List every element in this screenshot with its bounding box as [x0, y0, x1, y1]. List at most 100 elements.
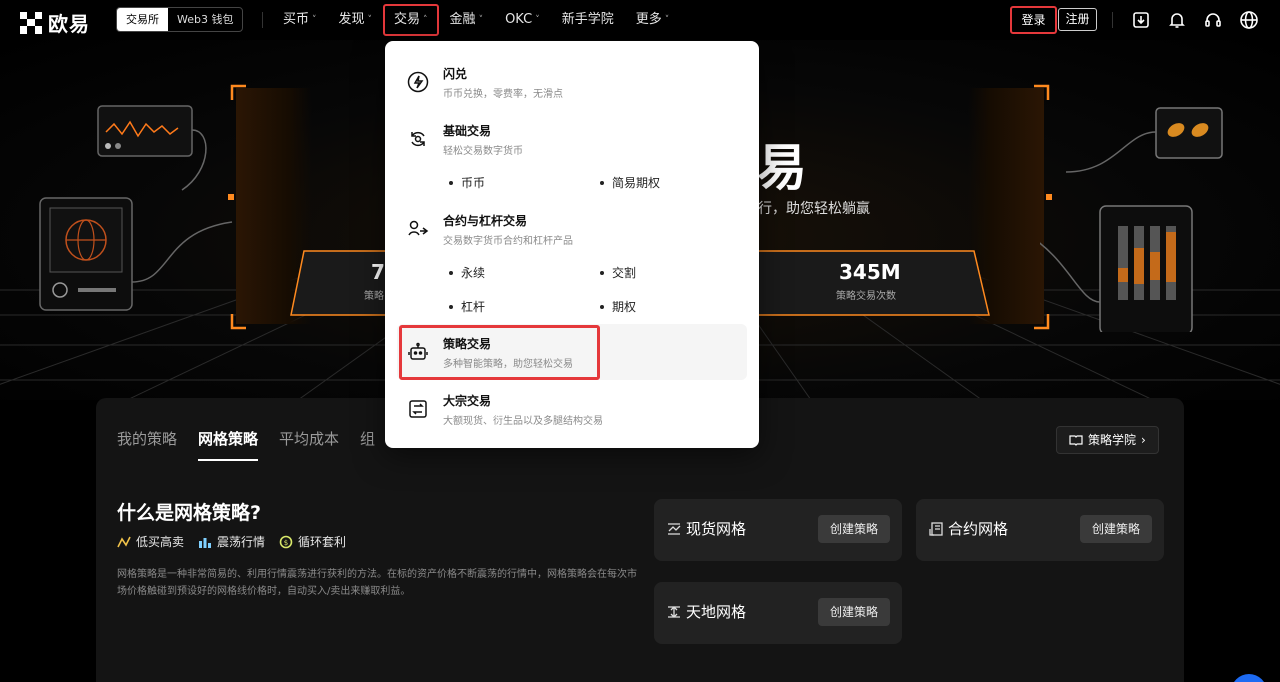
submenu-label: 永续 — [461, 266, 486, 280]
dropdown-item-block-trade[interactable]: 大宗交易 大额现货、衍生品以及多腿结构交易 — [385, 385, 759, 435]
trade-dropdown-menu: 闪兑 币币兑换，零费率，无滑点 基础交易 轻松交易数字货币 币币 简易期权 合约… — [385, 41, 759, 448]
dropdown-item-contract-trade[interactable]: 合约与杠杆交易 交易数字货币合约和杠杆产品 — [385, 205, 759, 255]
dropdown-item-desc: 币币兑换，零费率，无滑点 — [443, 89, 563, 100]
bullet-icon — [600, 180, 604, 185]
card-title: 合约网格 — [948, 520, 1009, 538]
dropdown-item-desc: 大额现货、衍生品以及多腿结构交易 — [443, 416, 603, 427]
bullet-icon — [449, 270, 453, 275]
submenu-label: 杠杆 — [461, 300, 486, 314]
menu-label: 金融 — [449, 12, 476, 27]
submenu-options[interactable]: 期权 — [600, 298, 636, 315]
dropdown-item-desc: 交易数字货币合约和杠杆产品 — [443, 236, 573, 247]
stat-label: 策略交易次数 — [836, 291, 896, 302]
strategy-academy-button[interactable]: 策略学院 › — [1056, 426, 1159, 454]
dropdown-item-title: 合约与杠杆交易 — [443, 214, 528, 228]
contract-icon — [407, 218, 429, 240]
svg-text:$: $ — [284, 539, 288, 547]
contract-grid-card[interactable]: 合约网格 创建策略 — [916, 499, 1164, 561]
top-nav: 欧易 交易所 Web3 钱包 买币 ˅ 发现 ˅ 交易 ˄ 金融 ˅ OKC ˅… — [0, 0, 1280, 40]
brand-logo[interactable]: 欧易 — [20, 8, 90, 37]
nav-divider — [262, 12, 263, 28]
okx-logo-icon — [20, 11, 42, 34]
menu-buy-crypto[interactable]: 买币 ˅ — [272, 4, 328, 36]
dropdown-item-title: 闪兑 — [443, 67, 468, 81]
bar-chart-icon — [199, 537, 212, 548]
wallet-switch-button[interactable]: Web3 钱包 — [168, 8, 242, 31]
feature-item: 低买高卖 — [117, 533, 184, 550]
feature-item: 震荡行情 — [198, 533, 265, 550]
chevron-down-icon: ˅ — [367, 15, 373, 25]
spot-grid-icon — [668, 523, 681, 535]
section-title: 什么是网格策略? — [117, 502, 262, 524]
buy-low-sell-high-icon — [117, 536, 131, 547]
hero-title: 易 — [757, 139, 807, 197]
block-trade-icon — [407, 398, 429, 420]
register-button[interactable]: 注册 — [1058, 8, 1097, 31]
submenu-margin[interactable]: 杠杆 — [449, 298, 485, 315]
tab-average-cost[interactable]: 平均成本 — [279, 428, 339, 461]
menu-okc[interactable]: OKC ˅ — [494, 4, 551, 36]
exchange-switch-button[interactable]: 交易所 — [117, 8, 168, 31]
hero-subtitle: 行，助您轻松躺赢 — [758, 201, 870, 217]
academy-label: 策略学院 — [1088, 433, 1137, 447]
dropdown-item-title: 大宗交易 — [443, 394, 492, 408]
stat-label: 策略 — [364, 291, 384, 302]
card-title: 现货网格 — [686, 520, 747, 538]
create-strategy-button[interactable]: 创建策略 — [818, 515, 890, 543]
login-button[interactable]: 登录 — [1010, 6, 1057, 34]
spot-grid-card[interactable]: 现货网格 创建策略 — [654, 499, 902, 561]
submenu-label: 简易期权 — [612, 176, 661, 190]
create-strategy-button[interactable]: 创建策略 — [818, 598, 890, 626]
tab-my-strategies[interactable]: 我的策略 — [117, 428, 177, 461]
menu-finance[interactable]: 金融 ˅ — [439, 4, 495, 36]
dropdown-item-basic-trade[interactable]: 基础交易 轻松交易数字货币 — [385, 115, 759, 165]
chevron-down-icon: ˅ — [664, 15, 670, 25]
menu-label: 交易 — [394, 12, 421, 27]
chevron-down-icon: ˅ — [535, 15, 540, 25]
feature-label: 循环套利 — [298, 535, 347, 549]
monitor-device-decoration — [39, 105, 233, 311]
feature-item: $ 循环套利 — [279, 533, 346, 550]
menu-more[interactable]: 更多 ˅ — [625, 4, 681, 36]
chevron-right-icon: › — [1141, 433, 1146, 447]
download-icon[interactable] — [1131, 10, 1151, 30]
menu-trade[interactable]: 交易 ˄ — [383, 4, 439, 36]
feature-label: 低买高卖 — [136, 535, 185, 549]
highlight-box — [399, 325, 600, 380]
bullet-icon — [600, 304, 604, 309]
menu-label: 发现 — [338, 12, 365, 27]
dropdown-item-desc: 轻松交易数字货币 — [443, 146, 523, 157]
grid-description: 网格策略是一种非常简易的、利用行情震荡进行获利的方法。在标的资产价格不断震荡的行… — [117, 569, 637, 597]
create-strategy-button[interactable]: 创建策略 — [1080, 515, 1152, 543]
submenu-label: 交割 — [612, 266, 637, 280]
bell-icon[interactable] — [1167, 10, 1187, 30]
menu-discover[interactable]: 发现 ˅ — [328, 4, 384, 36]
submenu-spot[interactable]: 币币 — [449, 174, 485, 191]
chat-support-button[interactable] — [1231, 674, 1267, 682]
menu-label: 更多 — [635, 12, 662, 27]
cycle-coin-icon: $ — [279, 535, 293, 548]
submenu-perpetual[interactable]: 永续 — [449, 264, 485, 281]
submenu-futures[interactable]: 交割 — [600, 264, 636, 281]
tab-combo[interactable]: 组 — [360, 428, 375, 461]
submenu-easy-options[interactable]: 简易期权 — [600, 174, 660, 191]
menu-academy[interactable]: 新手学院 — [551, 4, 625, 36]
tab-grid-strategy[interactable]: 网格策略 — [198, 428, 259, 461]
strategy-tabs: 我的策略 网格策略 平均成本 组 — [117, 428, 375, 461]
stat-value: 345M — [839, 260, 901, 284]
bullet-icon — [449, 180, 453, 185]
bar-device-decoration — [1040, 107, 1223, 332]
infinity-grid-card[interactable]: 天地网格 创建策略 — [654, 582, 902, 644]
platform-switch: 交易所 Web3 钱包 — [116, 7, 244, 32]
bullet-icon — [449, 304, 453, 309]
chevron-down-icon: ˅ — [478, 15, 484, 25]
dropdown-item-title: 基础交易 — [443, 124, 492, 138]
dropdown-item-convert[interactable]: 闪兑 币币兑换，零费率，无滑点 — [385, 58, 759, 108]
globe-icon[interactable] — [1239, 10, 1259, 30]
stat-value: 7 — [371, 260, 385, 284]
contract-grid-icon — [929, 522, 943, 536]
flash-icon — [407, 71, 429, 93]
feature-list: 低买高卖 震荡行情 $ 循环套利 — [117, 533, 346, 550]
headset-icon[interactable] — [1203, 10, 1223, 30]
card-title: 天地网格 — [686, 603, 747, 621]
